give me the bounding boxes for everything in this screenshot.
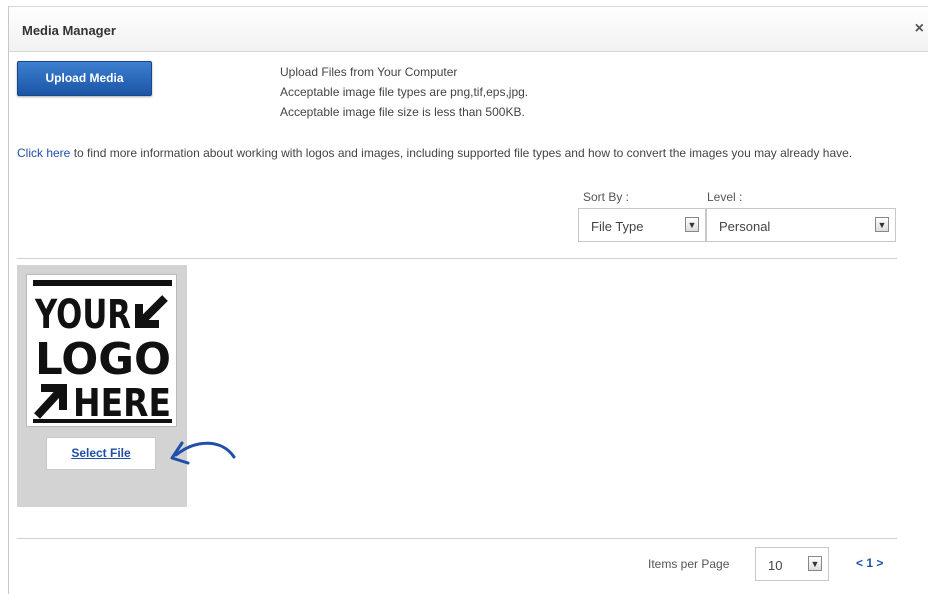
- help-text: Click here to find more information abou…: [17, 143, 897, 164]
- logo-text-line-3: HERE: [73, 381, 171, 424]
- upload-info-line: Acceptable image file types are png,tif,…: [280, 85, 529, 99]
- logo-thumbnail[interactable]: YOUR LOGO HERE: [26, 274, 177, 427]
- chevron-down-icon[interactable]: ▼: [808, 556, 822, 571]
- items-per-page-select[interactable]: 10 ▼: [755, 547, 829, 581]
- upload-media-button[interactable]: Upload Media: [17, 61, 152, 96]
- sort-by-label: Sort By :: [583, 190, 630, 204]
- divider: [17, 538, 897, 539]
- items-per-page-label: Items per Page: [648, 557, 730, 571]
- dialog-title: Media Manager: [22, 23, 116, 38]
- chevron-down-icon[interactable]: ▼: [875, 217, 889, 232]
- sort-by-value: File Type: [591, 219, 644, 234]
- arrow-down-left-icon: [135, 295, 168, 328]
- divider: [17, 258, 897, 259]
- logo-text-line-2: LOGO: [35, 334, 171, 385]
- help-text-body: to find more information about working w…: [70, 146, 853, 160]
- pagination[interactable]: < 1 >: [856, 556, 883, 570]
- level-value: Personal: [719, 219, 771, 234]
- upload-info: Upload Files from Your Computer Acceptab…: [280, 62, 528, 122]
- upload-info-line: Upload Files from Your Computer: [280, 65, 458, 79]
- logo-image: YOUR LOGO HERE: [33, 280, 172, 424]
- items-per-page-value: 10: [768, 558, 783, 573]
- close-icon[interactable]: ×: [915, 20, 924, 38]
- logo-text-line-1: YOUR: [34, 292, 131, 338]
- level-label: Level :: [707, 190, 743, 204]
- logo-top-bar: [33, 280, 172, 286]
- arrow-up-right-icon: [34, 384, 67, 419]
- dialog-titlebar: Media Manager ×: [9, 7, 928, 52]
- select-file-button[interactable]: Select File: [46, 437, 156, 470]
- chevron-down-icon[interactable]: ▼: [685, 217, 699, 232]
- sort-by-select[interactable]: File Type ▼: [578, 208, 706, 242]
- click-here-link[interactable]: Click here: [17, 146, 70, 160]
- upload-info-line: Acceptable image file size is less than …: [280, 105, 525, 119]
- level-select[interactable]: Personal ▼: [706, 208, 896, 242]
- curved-arrow-icon: [170, 441, 236, 465]
- logo-bottom-bar: [33, 419, 172, 423]
